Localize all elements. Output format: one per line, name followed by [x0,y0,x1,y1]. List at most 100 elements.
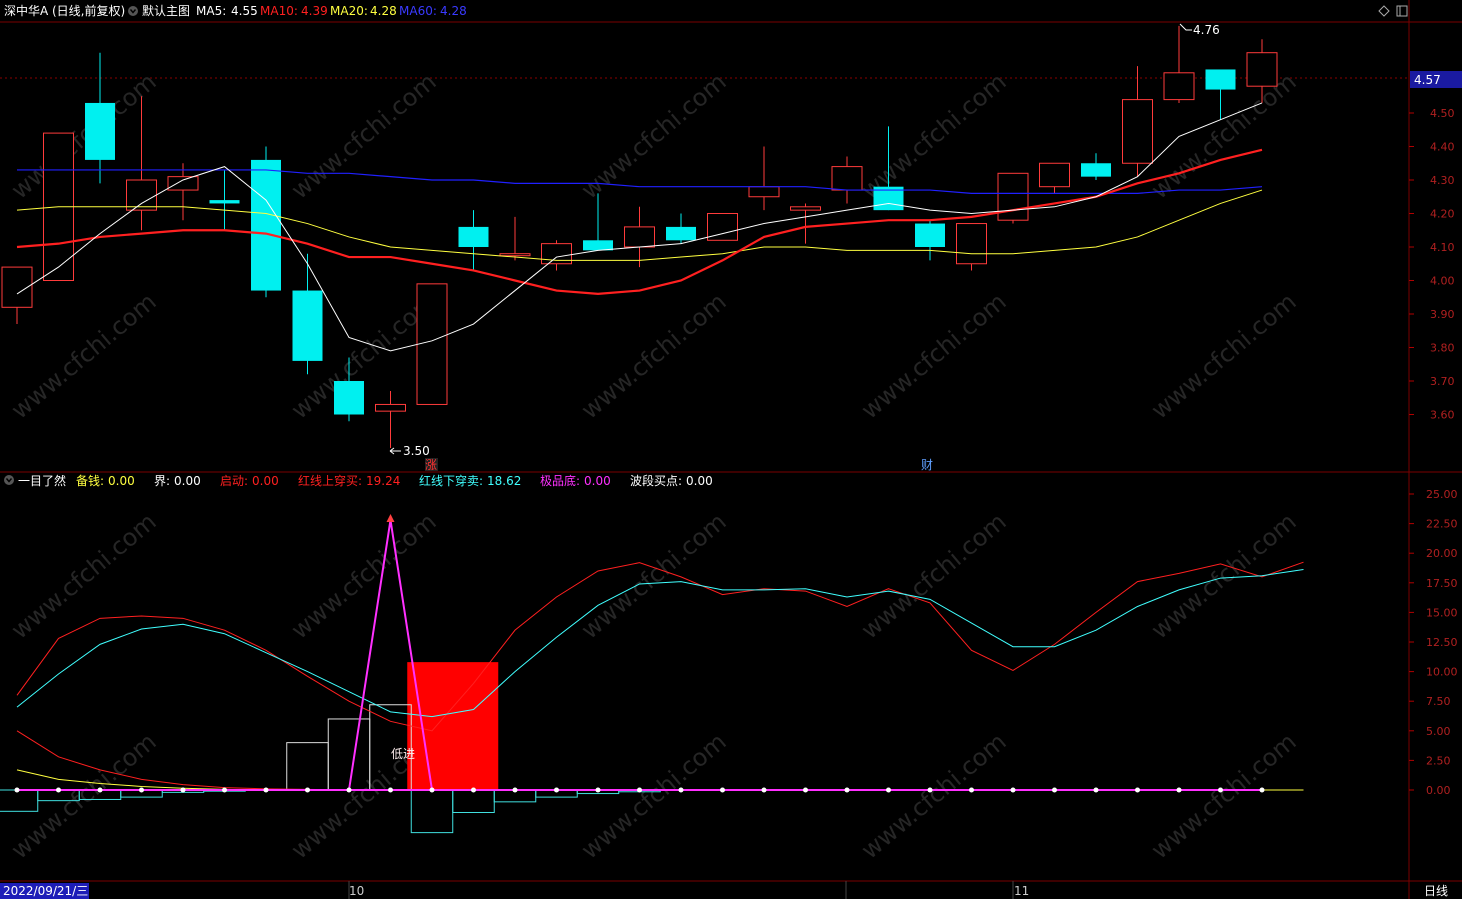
candle[interactable] [416,283,448,405]
zero-dot [844,787,850,793]
candle[interactable] [85,52,115,184]
candle-body [251,159,281,291]
watermark-text: www.cfchi.com [1146,507,1302,644]
indicator-values: 备钱: 0.00 界: 0.00 启动: 0.00 红线上穿买: 19.24 红线下穿卖: 18.… [76,473,713,488]
candle[interactable] [292,253,323,375]
indicator-dropdown-icon[interactable] [4,475,14,485]
high-annotation: 4.76 [1179,23,1220,37]
candle[interactable] [583,193,613,251]
candle[interactable] [748,146,780,211]
candle-body [85,102,115,160]
price-tick-label: 4.50 [1430,107,1455,120]
high-label: 4.76 [1193,23,1220,37]
cai-marker[interactable]: 财 [921,458,933,472]
candle[interactable] [458,210,489,271]
candle[interactable] [997,172,1029,224]
candle[interactable] [666,213,696,244]
dropdown-icon[interactable] [128,6,138,16]
zero-dot [56,787,61,793]
candle-body [915,223,945,247]
zero-dot [554,787,559,793]
indicator-tick-label: 20.00 [1426,547,1458,560]
ma5-value: 4.55 [231,4,258,18]
candle-body [624,226,655,248]
zero-dot [1218,787,1223,793]
zero-dot [139,787,144,793]
indicator-item-value: 0.00 [108,474,135,488]
price-tick-label: 3.80 [1430,342,1455,355]
stock-chart[interactable]: www.cfchi.com www.cfchi.com www.cfchi.com w… [0,0,1462,899]
period-label[interactable]: 日线 [1424,884,1448,898]
price-tick-label: 4.00 [1430,275,1455,288]
zero-dot [97,787,103,793]
month-oct: 10 [349,884,364,898]
candle[interactable] [126,96,157,231]
candle[interactable] [1,266,33,325]
diamond-icon[interactable] [1378,5,1390,17]
zero-dot [471,787,476,793]
candle[interactable] [956,223,987,271]
candle[interactable] [1163,25,1195,103]
indicator-item-label: 红线下穿卖: [419,473,483,488]
watermark-text: www.cfchi.com [576,727,732,864]
candle[interactable] [624,206,655,268]
indicator-item-value: 0.00 [686,474,713,488]
template-label: 默认主图 [142,3,190,18]
ma20-value: 4.28 [370,4,397,18]
watermark-text: www.cfchi.com [856,67,1012,204]
zhang-marker[interactable]: 涨 [425,457,437,472]
candle[interactable] [790,203,821,244]
zero-dot [969,787,974,793]
watermark-text: www.cfchi.com [1146,287,1302,424]
candle-body [292,290,323,361]
ma5-label: MA5: [196,4,226,18]
indicator-tick-label: 15.00 [1426,606,1458,619]
candle[interactable] [915,220,945,261]
ma10-value: 4.39 [301,4,328,18]
indicator-tick-label: 25.00 [1426,488,1458,501]
indicator-item-value: 0.00 [174,474,201,488]
ma20-label: MA20: [330,4,368,18]
indicator-item-label: 界: [154,474,170,488]
zero-dot [678,787,684,793]
candle[interactable] [1122,66,1153,177]
indicator-dropdown[interactable]: 一目了然 [4,473,66,488]
candle[interactable] [831,156,863,204]
candle-body [956,223,987,265]
ma60-value: 4.28 [440,4,467,18]
zero-dot [637,787,642,793]
candle-body [748,186,780,198]
candle[interactable] [499,216,531,261]
window-icon[interactable] [1396,5,1408,17]
candle-body [416,283,448,405]
indicator-tick-label: 12.50 [1426,636,1458,649]
zero-dot [803,787,808,793]
low-entry-label: 低进 [391,747,415,761]
candle[interactable] [375,391,406,448]
candle-body [1205,69,1236,90]
candle[interactable] [1081,153,1111,180]
candle[interactable] [209,169,240,231]
zero-dot [222,787,227,793]
indicator-tick-label: 5.00 [1426,725,1451,738]
low-label: 3.50 [403,444,430,458]
zero-dot [346,787,352,793]
template-dropdown[interactable]: 默认主图 [128,3,190,18]
candle-body [1039,162,1070,188]
watermark-text: www.cfchi.com [6,287,162,424]
watermark-text: www.cfchi.com [286,67,442,204]
watermark-text: www.cfchi.com [576,287,732,424]
selected-date: 2022/09/21/三 [3,884,88,898]
watermark-text: www.cfchi.com [6,727,162,864]
indicator-item-value: 19.24 [366,474,400,488]
indicator-item-label: 极品底: [540,473,580,488]
candle-body [458,226,489,247]
candle[interactable] [167,163,199,221]
zero-dot [886,787,891,793]
watermark-text: www.cfchi.com [856,727,1012,864]
candle[interactable] [251,146,281,298]
candle-body [126,179,157,211]
candle[interactable] [1039,162,1070,194]
ma60-label: MA60: [399,4,437,18]
spike-star-icon [386,514,395,523]
